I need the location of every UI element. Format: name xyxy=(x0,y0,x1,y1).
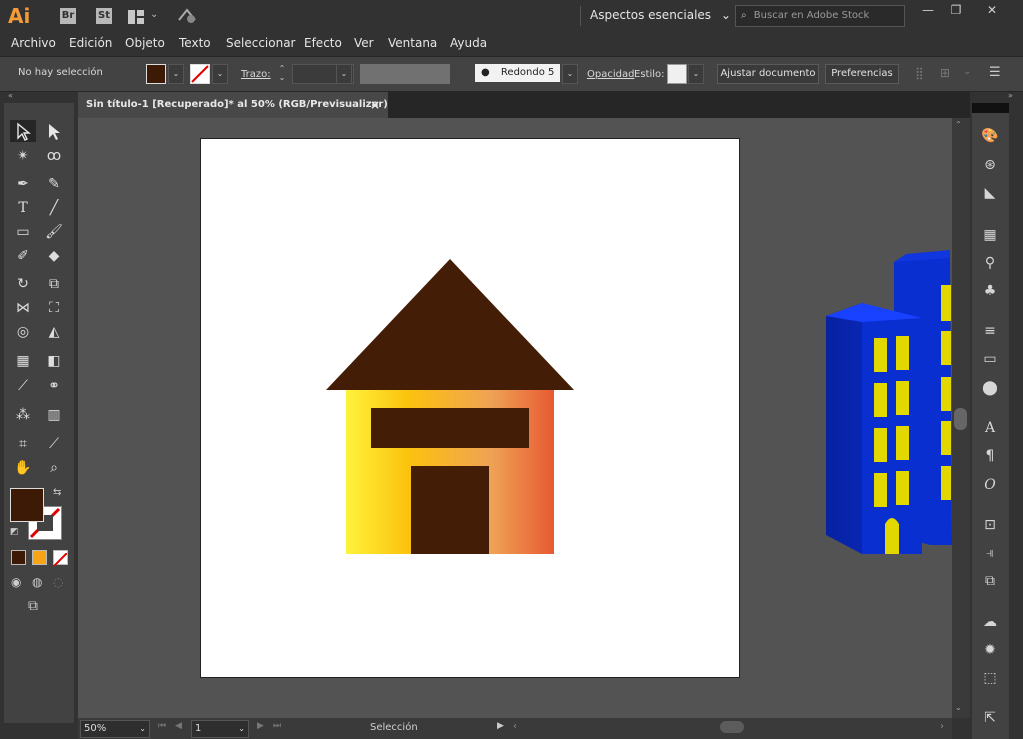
mesh-tool-icon[interactable]: ▦ xyxy=(13,351,33,371)
house-roof[interactable] xyxy=(326,259,574,390)
pathfinder-icon[interactable]: ⧉ xyxy=(980,571,1000,591)
symbol-sprayer-icon[interactable]: ⁂ xyxy=(13,405,33,425)
screen-mode-icon[interactable]: ⧉ xyxy=(28,598,38,614)
dock-header xyxy=(972,103,1009,113)
appearance-icon[interactable]: ⬤ xyxy=(980,378,1000,398)
house-door[interactable] xyxy=(411,466,489,554)
eyedropper-icon[interactable]: ⟋ xyxy=(13,376,33,396)
paragraph-icon[interactable]: ¶ xyxy=(980,446,1000,466)
color-mode-icon[interactable] xyxy=(11,550,26,565)
scroll-up-icon[interactable]: ⌃ xyxy=(955,120,962,129)
blend-tool-icon[interactable]: ⚭ xyxy=(44,376,64,396)
first-page-icon[interactable]: ⏮ xyxy=(158,721,166,731)
current-tool-label: Selección xyxy=(370,722,418,733)
scroll-left-icon[interactable]: ‹ xyxy=(513,721,517,732)
page-number-input[interactable]: 1 ⌄ xyxy=(191,720,249,738)
gradient-panel-icon[interactable]: ▭ xyxy=(980,349,1000,369)
zoom-value: 50% xyxy=(84,723,107,734)
gradient-tool-icon[interactable]: ◧ xyxy=(44,351,64,371)
graph-tool-icon[interactable]: ▥ xyxy=(44,405,64,425)
swatches-icon[interactable]: ▦ xyxy=(980,225,1000,245)
transform-panel-icon[interactable]: ⊡ xyxy=(980,515,1000,535)
draw-inside-icon[interactable]: ◌ xyxy=(53,575,63,589)
color-palette-icon[interactable]: 🎨 xyxy=(980,126,1000,146)
gradient-mode-icon[interactable] xyxy=(32,550,47,565)
default-colors-icon[interactable]: ◩ xyxy=(10,527,19,537)
export-icon[interactable]: ⬚ xyxy=(980,668,1000,688)
expand-panel-icon[interactable]: ⇱ xyxy=(980,708,1000,728)
symbols-icon[interactable]: ♣ xyxy=(980,281,1000,301)
next-page-icon[interactable]: ▶ xyxy=(257,721,264,731)
scroll-right-icon[interactable]: › xyxy=(940,721,944,732)
creative-cloud-icon[interactable]: ☁ xyxy=(980,612,1000,632)
line-tool-icon[interactable]: ╱ xyxy=(44,198,64,218)
free-transform-icon[interactable]: ⛶ xyxy=(44,298,64,318)
direct-selection-tool-icon[interactable] xyxy=(44,121,64,141)
prev-page-icon[interactable]: ◀ xyxy=(175,721,182,731)
zoom-dropdown[interactable]: 50% ⌄ xyxy=(80,720,150,738)
selection-tool-icon[interactable] xyxy=(13,121,33,141)
slice-tool-icon[interactable]: ⟋ xyxy=(44,434,64,454)
horizontal-scroll-thumb[interactable] xyxy=(720,721,744,733)
artwork-layer xyxy=(326,250,952,554)
transparency-icon[interactable]: ◣ xyxy=(980,183,1000,203)
zoom-tool-icon[interactable]: ⌕ xyxy=(44,458,64,478)
scroll-thumb[interactable] xyxy=(954,408,967,430)
status-menu-icon[interactable]: ▶ xyxy=(497,721,504,731)
opentype-icon[interactable]: O xyxy=(980,475,1000,495)
type-tool-icon[interactable]: T xyxy=(13,198,33,218)
artboard-tool-icon[interactable]: ⌗ xyxy=(13,434,33,454)
chevron-down-icon: ⌄ xyxy=(139,724,146,733)
vertical-scrollbar[interactable]: ⌃ ⌄ xyxy=(952,118,970,718)
page-value: 1 xyxy=(195,723,202,734)
magic-wand-icon[interactable]: ✴ xyxy=(13,146,33,166)
none-mode-icon[interactable] xyxy=(53,550,68,567)
rotate-tool-icon[interactable]: ↻ xyxy=(13,274,33,294)
character-icon[interactable]: A xyxy=(980,418,1000,438)
chevron-down-icon: ⌄ xyxy=(238,724,245,733)
align-panel-icon[interactable]: ⫣ xyxy=(980,543,1000,563)
shaper-tool-icon[interactable]: ✐ xyxy=(13,246,33,266)
brushes-icon[interactable]: ⚲ xyxy=(980,253,1000,273)
scale-tool-icon[interactable]: ⧉ xyxy=(44,274,64,294)
swap-colors-icon[interactable]: ⇆ xyxy=(53,487,61,498)
hand-tool-icon[interactable]: ✋ xyxy=(13,458,33,478)
stroke-panel-icon[interactable]: ≡ xyxy=(980,321,1000,341)
paintbrush-icon[interactable]: 🖌 xyxy=(44,222,64,242)
color-guide-icon[interactable]: ⊛ xyxy=(980,155,1000,175)
lasso-icon[interactable]: ꝏ xyxy=(44,146,64,166)
draw-behind-icon[interactable]: ◍ xyxy=(32,575,42,589)
pen-tool-icon[interactable]: ✒ xyxy=(13,174,33,194)
house-window[interactable] xyxy=(371,408,529,448)
curvature-tool-icon[interactable]: ✎ xyxy=(44,174,64,194)
draw-normal-icon[interactable]: ◉ xyxy=(11,575,21,589)
rectangle-tool-icon[interactable]: ▭ xyxy=(13,222,33,242)
libraries-icon[interactable]: ✹ xyxy=(980,640,1000,660)
fill-color-box[interactable] xyxy=(10,488,44,522)
last-page-icon[interactable]: ⏭ xyxy=(273,721,281,731)
eraser-icon[interactable]: ◆ xyxy=(44,246,64,266)
perspective-grid-icon[interactable]: ◭ xyxy=(44,322,64,342)
width-tool-icon[interactable]: ⋈ xyxy=(13,298,33,318)
shape-builder-icon[interactable]: ◎ xyxy=(13,322,33,342)
buildings-artwork[interactable] xyxy=(826,250,952,554)
scroll-down-icon[interactable]: ⌄ xyxy=(955,703,962,712)
